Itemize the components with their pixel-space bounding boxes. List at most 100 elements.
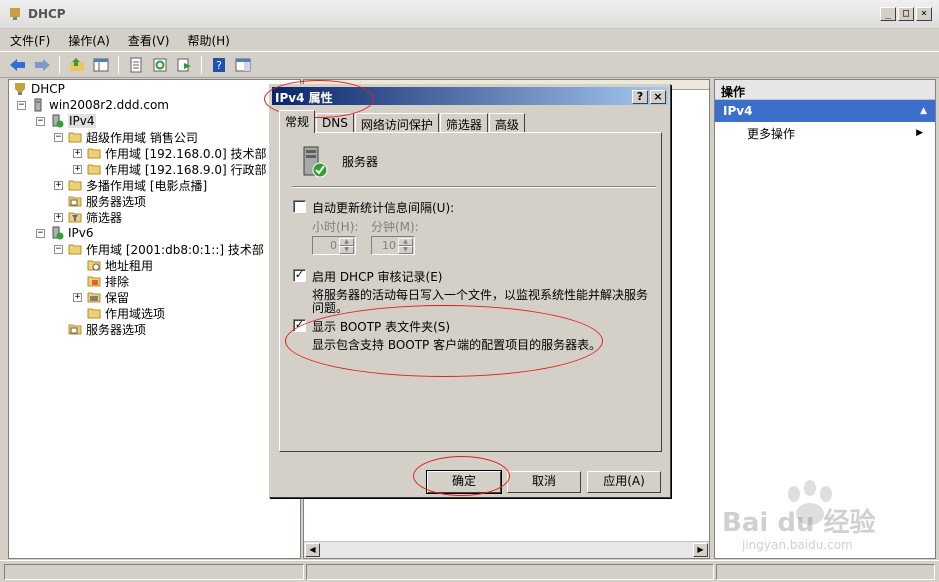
tree-label: IPv4 (68, 114, 96, 128)
dhcp-app-icon (10, 8, 20, 20)
scroll-left-icon[interactable]: ◀ (305, 543, 320, 557)
tree-item-superscope[interactable]: − 超级作用域 销售公司 (54, 129, 198, 145)
tree-item-server-options-ipv6[interactable]: 服务器选项 (68, 321, 146, 337)
properties-icon (130, 57, 142, 72)
status-cell (716, 564, 935, 580)
tree-item-ipv4[interactable]: − IPv4 (36, 113, 96, 129)
tree-label: 超级作用域 销售公司 (86, 130, 198, 145)
options-folder-icon (68, 324, 82, 335)
tab-general[interactable]: 常规 (279, 110, 316, 133)
show-hide-tree-button[interactable] (91, 55, 111, 75)
horizontal-scrollbar[interactable]: ◀ ▶ (304, 541, 709, 558)
menu-help[interactable]: 帮助(H) (187, 32, 229, 49)
cancel-button[interactable]: 取消 (507, 471, 581, 493)
auto-update-checkbox[interactable] (293, 200, 306, 213)
tree-item-server-options[interactable]: 服务器选项 (68, 193, 146, 209)
expand-icon[interactable]: + (54, 180, 63, 190)
more-actions-item[interactable]: 更多操作 ▶ (715, 122, 935, 144)
dialog-close-button[interactable]: × (650, 90, 666, 104)
collapse-icon[interactable]: − (54, 244, 63, 254)
spin-down-icon[interactable]: ▼ (339, 246, 354, 254)
collapse-up-icon[interactable]: ▲ (920, 106, 927, 116)
minutes-label: 分钟(M): (371, 220, 419, 234)
folder-icon (87, 164, 101, 175)
up-folder-icon (70, 57, 84, 71)
help-button[interactable]: ? (209, 55, 229, 75)
ipv6-icon (52, 226, 64, 240)
tree-label: 作用域选项 (105, 306, 166, 321)
tree-label: 筛选器 (86, 210, 123, 225)
filter-icon (68, 212, 82, 223)
tab-nap[interactable]: 网络访问保护 (354, 113, 439, 133)
audit-log-desc-1: 将服务器的活动每日写入一个文件，以监视系统性能并解决服务 (312, 288, 649, 302)
tree-item-scope-ipv6[interactable]: − 作用域 [2001:db8:0:1::] 技术部 (54, 241, 264, 257)
spin-down-icon[interactable]: ▼ (398, 246, 413, 254)
up-button[interactable] (67, 55, 87, 75)
bootp-label: 显示 BOOTP 表文件夹(S) (312, 320, 451, 334)
ok-button[interactable]: 确定 (426, 470, 502, 494)
tree-item-reservations[interactable]: + 保留 (73, 289, 129, 305)
window-controls: _ □ × (880, 7, 932, 21)
actions-ipv4-group[interactable]: IPv4 ▲ (715, 100, 935, 122)
tab-dns[interactable]: DNS (316, 113, 354, 133)
back-button[interactable] (8, 55, 28, 75)
menu-file[interactable]: 文件(F) (10, 32, 50, 49)
collapse-icon[interactable]: − (36, 228, 45, 238)
hours-spinner[interactable]: 0 ▲ ▼ (312, 236, 356, 255)
minutes-spinner[interactable]: 10 ▲ ▼ (371, 236, 415, 255)
tree-item-exclusions[interactable]: 排除 (87, 273, 129, 289)
tab-filters[interactable]: 筛选器 (439, 113, 488, 133)
expand-icon[interactable]: + (73, 148, 82, 158)
audit-log-checkbox[interactable]: ✓ (293, 269, 306, 282)
dialog-help-button[interactable]: ? (632, 90, 648, 104)
collapse-icon[interactable]: − (54, 132, 63, 142)
auto-update-label: 自动更新统计信息间隔(U): (312, 201, 455, 215)
spin-up-icon[interactable]: ▲ (339, 238, 354, 246)
close-button[interactable]: × (916, 7, 932, 21)
export-list-icon (177, 58, 191, 71)
bootp-checkbox[interactable]: ✓ (293, 319, 306, 332)
submenu-arrow-icon: ▶ (916, 128, 923, 138)
watermark-logo-text: Bai du 经验 (722, 508, 876, 538)
status-bar (0, 560, 939, 582)
view-button[interactable] (233, 55, 253, 75)
show-hide-tree-icon (93, 58, 109, 71)
scroll-right-icon[interactable]: ▶ (693, 543, 708, 557)
menu-view[interactable]: 查看(V) (128, 32, 170, 49)
expand-icon[interactable]: + (73, 292, 82, 302)
minimize-button[interactable]: _ (880, 7, 896, 21)
tab-advanced[interactable]: 高级 (488, 113, 525, 133)
expand-icon[interactable]: + (73, 164, 82, 174)
menu-action[interactable]: 操作(A) (68, 32, 110, 49)
tree-item-scope-options[interactable]: 作用域选项 (87, 305, 165, 321)
tree-item-scope-tech[interactable]: + 作用域 [192.168.0.0] 技术部 (73, 145, 267, 161)
tree-item-filters[interactable]: + 筛选器 (54, 209, 122, 225)
refresh-button[interactable] (150, 55, 170, 75)
toolbar-separator (59, 55, 60, 74)
apply-button[interactable]: 应用(A) (587, 471, 661, 493)
dhcp-icon (15, 83, 25, 95)
options-folder-icon (87, 308, 101, 319)
ipv4-properties-dialog: IPv4 属性 ? × 常规 DNS 网络访问保护 筛选器 高级 服务器 自动更… (269, 84, 671, 498)
forward-button[interactable] (32, 55, 52, 75)
spin-up-icon[interactable]: ▲ (398, 238, 413, 246)
hours-value: 0 (330, 239, 337, 252)
collapse-icon[interactable]: − (17, 100, 26, 110)
maximize-button[interactable]: □ (898, 7, 914, 21)
collapse-icon[interactable]: − (36, 116, 45, 126)
tree-item-scope-admin[interactable]: + 作用域 [192.168.9.0] 行政部 (73, 161, 267, 177)
exclusions-icon (87, 276, 101, 287)
tree-label: 排除 (105, 274, 130, 289)
tree-item-leases[interactable]: 地址租用 (87, 257, 153, 273)
dialog-titlebar: IPv4 属性 ? × (272, 87, 668, 105)
bootp-desc: 显示包含支持 BOOTP 客户端的配置项目的服务器表。 (312, 338, 602, 352)
properties-button[interactable] (126, 55, 146, 75)
expand-icon[interactable]: + (54, 212, 63, 222)
window-titlebar: DHCP _ □ × (0, 0, 939, 29)
tree-item-ipv6[interactable]: − IPv6 (36, 225, 94, 241)
tree-item-multicast[interactable]: + 多播作用域 [电影点播] (54, 177, 207, 193)
tree-item-dhcp[interactable]: DHCP (13, 81, 65, 97)
export-list-button[interactable] (174, 55, 194, 75)
audit-log-desc-2: 问题。 (312, 301, 349, 315)
tree-item-server[interactable]: − win2008r2.ddd.com (17, 97, 169, 113)
